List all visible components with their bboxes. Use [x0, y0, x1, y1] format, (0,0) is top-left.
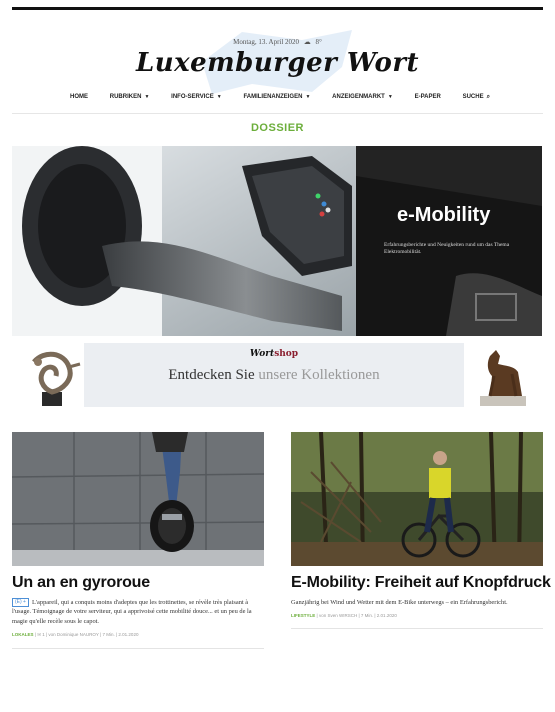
nav-item-info-service[interactable]: INFO-SERVICE ▼	[171, 94, 222, 100]
nav-item-familienanzeigen[interactable]: FAMILIENANZEIGEN ▼	[243, 94, 310, 100]
masthead: Montag, 13. April 2020 ☁ 8° Luxemburger …	[0, 10, 555, 122]
site-logo[interactable]: Luxemburger Wort	[0, 48, 555, 78]
header-divider	[12, 113, 543, 114]
article-excerpt: Ganzjährig bei Wind und Wetter mit dem E…	[291, 599, 508, 606]
article-category[interactable]: LIFESTYLE	[291, 613, 315, 618]
nav-item-home[interactable]: HOME	[70, 94, 88, 100]
article-title[interactable]: E-Mobility: Freiheit auf Knopfdruck	[291, 574, 551, 592]
article-meta: LOKALES | ✉ 1 | von Dominique NAUROY | 7…	[12, 631, 139, 637]
chevron-down-icon: ▼	[216, 94, 222, 100]
wortshop-ad-banner[interactable]: Wortshop Entdecken Sie unsere Kollektion…	[12, 340, 542, 410]
hero-subtitle: Erfahrungsberichte und Neuigkeiten rund …	[384, 242, 510, 256]
sculpture-image	[32, 351, 81, 406]
article-meta: LIFESTYLE | von Sven WIRSCH | 7 Min. | 2…	[291, 613, 397, 619]
section-label[interactable]: DOSSIER	[0, 122, 555, 134]
hero-overlay-panel	[356, 146, 542, 336]
dateline: Montag, 13. April 2020 ☁ 8°	[233, 38, 322, 46]
chevron-down-icon: ▼	[387, 94, 393, 100]
nav-item-epaper[interactable]: E-PAPER	[415, 94, 441, 100]
article-title[interactable]: Un an en gyroroue	[12, 574, 264, 592]
premium-badge: (E) +	[12, 598, 29, 608]
card-divider	[12, 647, 264, 649]
ad-content: Wortshop Entdecken Sie unsere Kollektion…	[84, 343, 464, 407]
ad-slogan: Entdecken Sie unsere Kollektionen	[168, 367, 380, 383]
article-excerpt: (E) + L'appareil, qui a conquis moins d'a…	[12, 598, 252, 625]
wortshop-logo: Wortshop	[249, 349, 299, 359]
dossier-hero[interactable]: e-Mobility Erfahrungsberichte und Neuigk…	[12, 146, 542, 336]
article-image[interactable]	[291, 432, 543, 566]
nav-item-anzeigenmarkt[interactable]: ANZEIGENMARKT ▼	[332, 94, 393, 100]
temperature: 8°	[315, 38, 322, 46]
article-card[interactable]: E-Mobility: Freiheit auf Knopfdruck Ganz…	[291, 432, 551, 630]
nav-item-suche[interactable]: SUCHE ⌕	[463, 94, 490, 101]
main-nav: HOME RUBRIKEN ▼ INFO-SERVICE ▼ FAMILIENANZ…	[70, 90, 490, 104]
weather-icon: ☁	[303, 38, 311, 46]
horse-statue-image	[480, 350, 526, 406]
search-icon: ⌕	[486, 93, 490, 100]
chevron-down-icon: ▼	[305, 94, 311, 100]
article-category[interactable]: LOKALES	[12, 632, 34, 637]
chevron-down-icon: ▼	[144, 94, 150, 100]
hero-title[interactable]: e-Mobility	[397, 204, 490, 227]
nav-item-rubriken[interactable]: RUBRIKEN ▼	[110, 94, 150, 100]
article-image[interactable]	[12, 432, 264, 566]
article-card[interactable]: Un an en gyroroue (E) + L'appareil, qui a…	[12, 432, 264, 649]
card-divider	[291, 628, 543, 630]
